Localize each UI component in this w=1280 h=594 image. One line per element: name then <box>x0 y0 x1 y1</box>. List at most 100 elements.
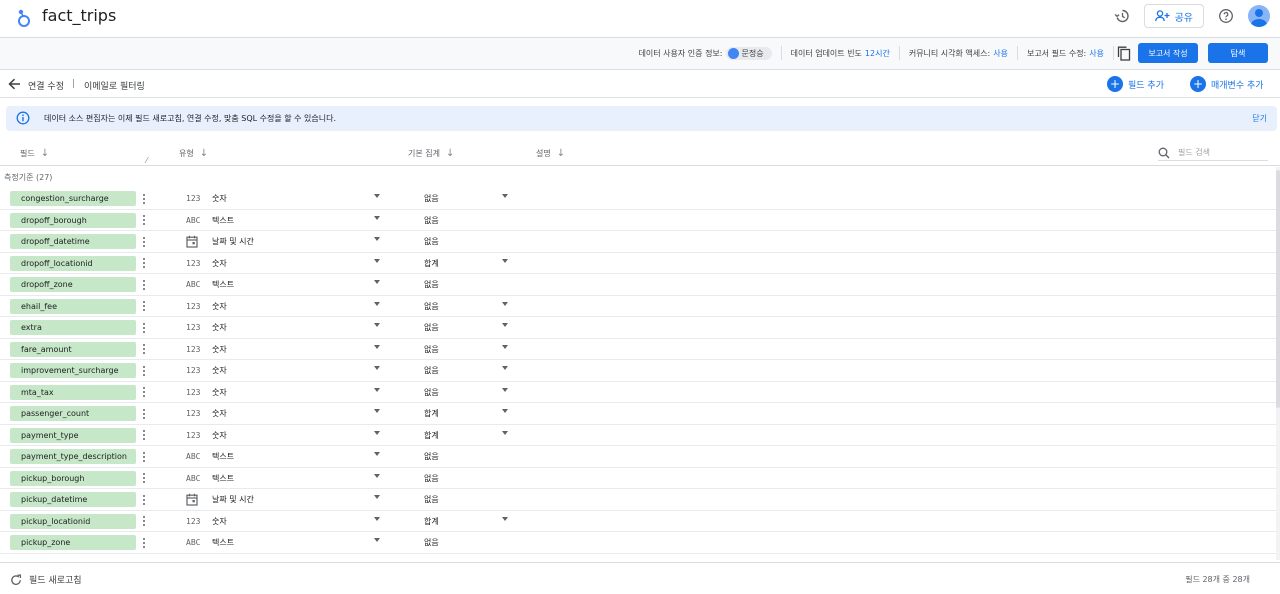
field-aggregation-select[interactable]: 합계 <box>424 430 439 441</box>
more-vert-icon[interactable] <box>140 320 148 335</box>
help-icon[interactable] <box>1214 4 1238 28</box>
add-parameter-button[interactable]: + 매개변수 추가 <box>1190 76 1264 92</box>
data-freshness[interactable]: 데이터 업데이트 빈도 12시간 <box>782 46 900 60</box>
more-vert-icon[interactable] <box>140 277 148 292</box>
field-type-select[interactable]: 숫자 <box>212 322 227 333</box>
chevron-down-icon[interactable] <box>374 366 380 370</box>
field-type-select[interactable]: 텍스트 <box>212 473 234 484</box>
field-aggregation-select[interactable]: 없음 <box>424 279 439 290</box>
column-type[interactable]: 유형 ↓ <box>179 148 208 159</box>
more-vert-icon[interactable] <box>140 514 148 529</box>
field-type-select[interactable]: 숫자 <box>212 301 227 312</box>
chevron-down-icon[interactable] <box>502 366 508 370</box>
data-credentials[interactable]: 데이터 사용자 인증 정보: 문정승 <box>630 46 782 60</box>
field-name-chip[interactable]: pickup_locationid <box>10 513 136 529</box>
field-name-chip[interactable]: pickup_zone <box>10 535 136 550</box>
more-vert-icon[interactable] <box>140 385 148 400</box>
credentials-user-chip[interactable]: 문정승 <box>725 46 772 60</box>
chevron-down-icon[interactable] <box>374 495 380 499</box>
column-description[interactable]: 설명 ↓ <box>536 148 565 159</box>
more-vert-icon[interactable] <box>140 191 148 206</box>
field-type-select[interactable]: 숫자 <box>212 430 227 441</box>
chevron-down-icon[interactable] <box>502 194 508 198</box>
chevron-down-icon[interactable] <box>374 258 380 263</box>
filter-by-email-link[interactable]: 이메일로 필터링 <box>84 79 145 92</box>
field-type-select[interactable]: 날짜 및 시간 <box>212 494 254 505</box>
field-aggregation-select[interactable]: 없음 <box>424 365 439 376</box>
field-name-chip[interactable]: improvement_surcharge <box>10 363 136 378</box>
freshness-value[interactable]: 12시간 <box>865 48 890 59</box>
field-aggregation-select[interactable]: 없음 <box>424 344 439 355</box>
chevron-down-icon[interactable] <box>374 280 380 284</box>
version-history-icon[interactable] <box>1110 4 1134 28</box>
chevron-down-icon[interactable] <box>374 301 380 306</box>
edit-connection-link[interactable]: 연결 수정 <box>28 79 64 92</box>
chevron-down-icon[interactable] <box>374 215 380 220</box>
field-name-chip[interactable]: mta_tax <box>10 384 136 400</box>
field-type-select[interactable]: 숫자 <box>212 193 227 204</box>
column-field[interactable]: 필드 ↓ <box>20 148 49 159</box>
more-vert-icon[interactable] <box>140 471 148 486</box>
chevron-down-icon[interactable] <box>502 409 508 413</box>
more-vert-icon[interactable] <box>140 535 148 550</box>
report-field-editing[interactable]: 보고서 필드 수정: 사용 <box>1018 46 1114 60</box>
more-vert-icon[interactable] <box>140 234 148 249</box>
field-name-chip[interactable]: fare_amount <box>10 341 136 357</box>
field-type-select[interactable]: 숫자 <box>212 408 227 419</box>
field-type-select[interactable]: 텍스트 <box>212 537 234 548</box>
chevron-down-icon[interactable] <box>502 344 508 349</box>
more-vert-icon[interactable] <box>140 406 148 421</box>
field-aggregation-select[interactable]: 없음 <box>424 301 439 312</box>
field-name-chip[interactable]: congestion_surcharge <box>10 191 136 206</box>
field-aggregation-select[interactable]: 없음 <box>424 451 439 462</box>
field-type-select[interactable]: 숫자 <box>212 344 227 355</box>
field-name-chip[interactable]: payment_type_description <box>10 449 136 464</box>
field-type-select[interactable]: 텍스트 <box>212 215 234 226</box>
explore-button[interactable]: 탐색 <box>1208 43 1268 63</box>
field-type-select[interactable]: 날짜 및 시간 <box>212 236 254 247</box>
account-avatar[interactable] <box>1248 5 1270 27</box>
more-vert-icon[interactable] <box>140 363 148 378</box>
data-source-title[interactable]: fact_trips <box>42 6 116 25</box>
chevron-down-icon[interactable] <box>374 409 380 413</box>
chevron-down-icon[interactable] <box>374 516 380 521</box>
field-aggregation-select[interactable]: 합계 <box>424 408 439 419</box>
chevron-down-icon[interactable] <box>502 258 508 263</box>
field-name-chip[interactable]: pickup_datetime <box>10 492 136 507</box>
field-aggregation-select[interactable]: 합계 <box>424 258 439 269</box>
more-vert-icon[interactable] <box>140 342 148 357</box>
chevron-down-icon[interactable] <box>502 301 508 306</box>
back-arrow-icon[interactable] <box>8 78 21 90</box>
field-name-chip[interactable]: ehail_fee <box>10 298 136 314</box>
field-name-chip[interactable]: dropoff_datetime <box>10 234 136 249</box>
chevron-down-icon[interactable] <box>374 323 380 327</box>
copy-icon[interactable] <box>1114 43 1134 63</box>
report-edit-value[interactable]: 사용 <box>1089 48 1104 59</box>
field-type-select[interactable]: 텍스트 <box>212 451 234 462</box>
more-vert-icon[interactable] <box>140 428 148 443</box>
more-vert-icon[interactable] <box>140 213 148 228</box>
field-name-chip[interactable]: dropoff_zone <box>10 277 136 292</box>
field-name-chip[interactable]: dropoff_borough <box>10 212 136 228</box>
field-search[interactable] <box>1158 145 1268 161</box>
field-aggregation-select[interactable]: 없음 <box>424 322 439 333</box>
field-name-chip[interactable]: passenger_count <box>10 406 136 421</box>
chevron-down-icon[interactable] <box>374 387 380 392</box>
chevron-down-icon[interactable] <box>502 430 508 435</box>
field-name-chip[interactable]: extra <box>10 320 136 335</box>
add-field-button[interactable]: + 필드 추가 <box>1107 76 1164 92</box>
share-button[interactable]: 공유 <box>1143 4 1204 28</box>
banner-close-button[interactable]: 닫기 <box>1252 113 1267 124</box>
field-name-chip[interactable]: dropoff_locationid <box>10 255 136 271</box>
field-type-select[interactable]: 숫자 <box>212 258 227 269</box>
chevron-down-icon[interactable] <box>502 323 508 327</box>
field-aggregation-select[interactable]: 없음 <box>424 387 439 398</box>
chevron-down-icon[interactable] <box>374 452 380 456</box>
scrollbar-thumb[interactable] <box>1276 170 1280 408</box>
field-aggregation-select[interactable]: 없음 <box>424 236 439 247</box>
column-resize-handle-icon[interactable]: ⁄ <box>146 156 147 165</box>
field-type-select[interactable]: 텍스트 <box>212 279 234 290</box>
more-vert-icon[interactable] <box>140 492 148 507</box>
chevron-down-icon[interactable] <box>502 516 508 521</box>
community-value[interactable]: 사용 <box>993 48 1008 59</box>
